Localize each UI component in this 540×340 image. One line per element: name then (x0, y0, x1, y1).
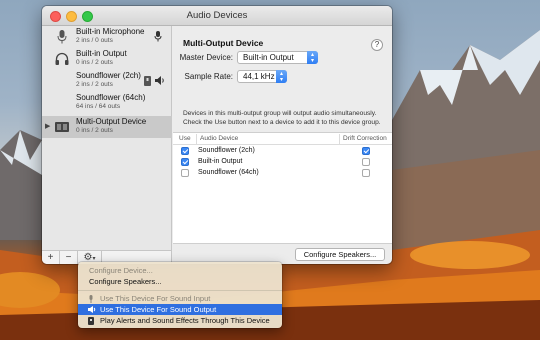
device-channels: 2 ins / 2 outs (76, 81, 113, 88)
window-title: Audio Devices (186, 10, 248, 21)
master-device-label: Master Device: (179, 53, 233, 62)
menu-item-use-for-input[interactable]: Use This Device For Sound Input (78, 293, 282, 304)
help-button[interactable]: ? (371, 39, 383, 51)
table-header: Use Audio Device Drift Correction (173, 133, 392, 145)
table-row: Soundflower (64ch) (173, 168, 392, 179)
remove-device-button[interactable]: − (60, 251, 78, 264)
device-multi-output[interactable]: ▶ Multi-Output Device 0 ins / 2 outs (42, 116, 172, 138)
speaker-icon (155, 76, 164, 85)
menu-item-label: Configure Device... (89, 266, 153, 275)
device-built-in-microphone[interactable]: Built-in Microphone 2 ins / 0 outs (42, 26, 172, 48)
sample-rate-select[interactable]: 44,1 kHz ▴ ▾ (237, 70, 287, 83)
updown-arrows-icon: ▴ ▾ (307, 51, 318, 64)
group-description: Devices in this multi-output group will … (183, 110, 381, 126)
device-built-in-output[interactable]: Built-in Output 0 ins / 2 outs (42, 48, 172, 70)
menu-item-label: Use This Device For Sound Input (100, 294, 211, 303)
disclosure-arrow-icon[interactable]: ▶ (45, 122, 50, 130)
table-row: Built-in Output (173, 157, 392, 168)
use-checkbox[interactable] (181, 147, 189, 155)
multi-output-icon (55, 122, 69, 132)
device-list: Built-in Microphone 2 ins / 0 outs Built… (42, 26, 172, 250)
sample-rate-value: 44,1 kHz (243, 72, 275, 81)
row-device-name: Soundflower (64ch) (198, 169, 259, 176)
column-divider (339, 134, 340, 144)
row-device-name: Built-in Output (198, 158, 243, 165)
device-settings-panel: Multi-Output Device ? Master Device: Bui… (173, 26, 392, 264)
alert-icon (144, 76, 151, 86)
device-soundflower-2ch[interactable]: Soundflower (2ch) 2 ins / 2 outs (42, 70, 172, 92)
device-channels: 0 ins / 2 outs (76, 127, 113, 134)
sample-rate-label: Sample Rate: (184, 72, 233, 81)
menu-item-label: Use This Device For Sound Output (100, 305, 217, 314)
menu-item-use-for-output[interactable]: Use This Device For Sound Output (78, 304, 282, 315)
use-checkbox[interactable] (181, 169, 189, 177)
use-checkbox[interactable] (181, 158, 189, 166)
microphone-icon (57, 30, 67, 44)
device-group-table: Use Audio Device Drift Correction Soundf… (173, 132, 392, 244)
panel-title: Multi-Output Device (183, 38, 264, 48)
updown-arrows-icon: ▴ ▾ (276, 70, 287, 83)
drift-checkbox[interactable] (362, 169, 370, 177)
table-row: Soundflower (2ch) (173, 146, 392, 157)
configure-speakers-button[interactable]: Configure Speakers... (295, 248, 385, 261)
device-soundflower-64ch[interactable]: Soundflower (64ch) 64 ins / 64 outs (42, 92, 172, 114)
row-device-name: Soundflower (2ch) (198, 147, 255, 154)
device-channels: 2 ins / 0 outs (76, 37, 113, 44)
gear-context-menu: Configure Device... Configure Speakers..… (78, 262, 282, 328)
device-channels: 64 ins / 64 outs (76, 103, 121, 110)
device-name: Soundflower (2ch) (76, 71, 141, 80)
menu-item-configure-device[interactable]: Configure Device... (78, 265, 282, 276)
device-channels: 0 ins / 2 outs (76, 59, 113, 66)
drift-checkbox[interactable] (362, 158, 370, 166)
menu-item-configure-speakers[interactable]: Configure Speakers... (78, 276, 282, 287)
col-drift-header[interactable]: Drift Correction (343, 135, 387, 142)
col-use-header[interactable]: Use (179, 135, 191, 142)
column-divider (196, 134, 197, 144)
menu-item-label: Configure Speakers... (89, 277, 162, 286)
title-bar[interactable]: Audio Devices (42, 6, 392, 26)
device-name: Built-in Microphone (76, 27, 145, 36)
alert-speaker-icon (88, 317, 94, 325)
audio-devices-window: Audio Devices Built-in Microphone 2 ins … (42, 6, 392, 264)
drift-checkbox[interactable] (362, 147, 370, 155)
microphone-icon (89, 295, 93, 303)
device-name: Soundflower (64ch) (76, 93, 146, 102)
device-name: Multi-Output Device (76, 117, 147, 126)
col-device-header[interactable]: Audio Device (200, 135, 238, 142)
menu-item-label: Play Alerts and Sound Effects Through Th… (100, 316, 270, 325)
device-name: Built-in Output (76, 49, 127, 58)
headphones-icon (55, 52, 69, 65)
microphone-icon (154, 31, 162, 42)
menu-item-play-alerts[interactable]: Play Alerts and Sound Effects Through Th… (78, 315, 282, 326)
master-device-value: Built-in Output (243, 53, 294, 62)
master-device-select[interactable]: Built-in Output ▴ ▾ (237, 51, 318, 64)
menu-separator (78, 290, 282, 291)
add-device-button[interactable]: + (42, 251, 60, 264)
speaker-icon (88, 306, 96, 313)
